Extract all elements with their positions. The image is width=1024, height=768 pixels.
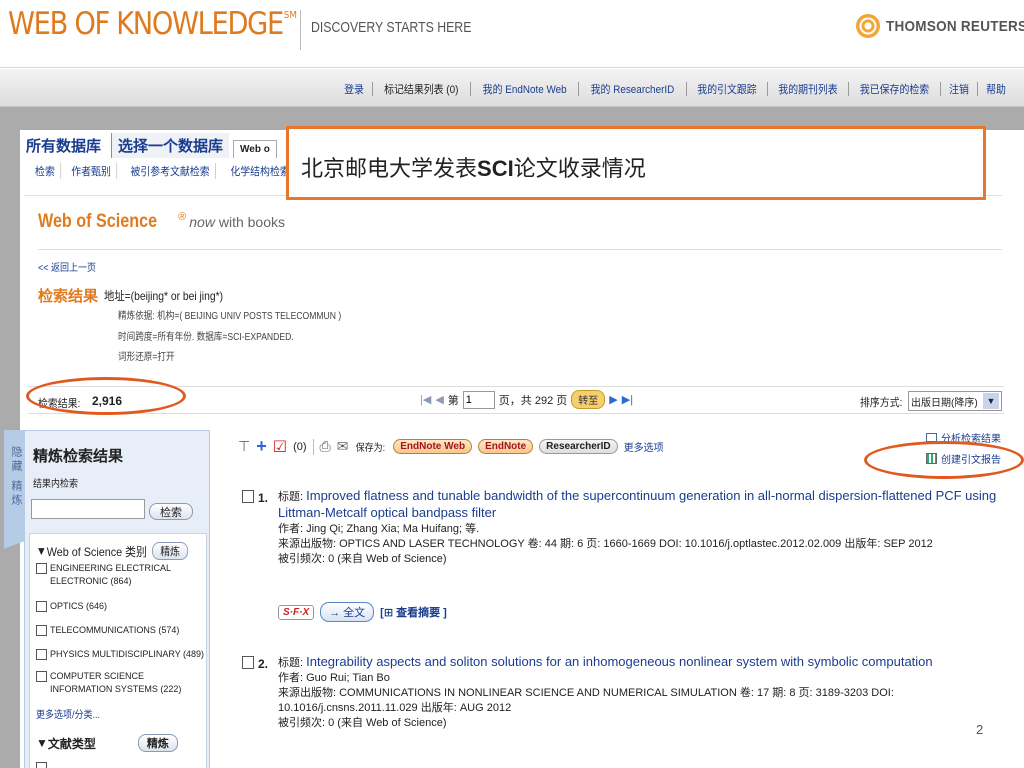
record-source: 来源出版物: OPTICS AND LASER TECHNOLOGY 卷: 44…	[278, 538, 933, 550]
highlight-ellipse-count	[26, 377, 186, 415]
checkbox[interactable]	[36, 601, 47, 612]
database-tabs: 所有数据库 选择一个数据库 Web o	[24, 133, 277, 158]
doctype-heading: ▼ 文献类型 精炼	[36, 734, 178, 752]
nav-researcherid[interactable]: 我的 ResearcherID	[584, 81, 680, 97]
category-item[interactable]: PHYSICS MULTIDISCIPLINARY (489)	[36, 648, 204, 661]
category-item[interactable]: OPTICS (646)	[36, 600, 107, 613]
triangle-icon[interactable]: ▼	[36, 736, 48, 750]
nav-login[interactable]: 登录	[338, 81, 370, 97]
check-icon[interactable]: ☑	[273, 437, 287, 457]
search-within-input[interactable]	[31, 499, 145, 519]
tab-select-database[interactable]: 选择一个数据库	[111, 133, 230, 158]
print-icon[interactable]: ⎙	[320, 438, 331, 455]
tagline: DISCOVERY STARTS HERE	[311, 19, 472, 36]
results-query: 地址=(beijing* or bei jing*)	[104, 289, 224, 303]
triangle-icon[interactable]: ▼	[36, 544, 47, 558]
nav-endnote-web[interactable]: 我的 EndNote Web	[476, 81, 573, 97]
record-checkbox[interactable]	[242, 656, 254, 669]
slide-page-number: 2	[976, 722, 984, 737]
divider	[38, 249, 1002, 250]
more-options-link[interactable]: 更多选项	[624, 439, 664, 454]
last-page-icon[interactable]: ▶|	[622, 393, 633, 406]
tab-fold	[4, 520, 24, 570]
category-item[interactable]: TELECOMMUNICATIONS (574)	[36, 624, 179, 637]
endnote-web-button[interactable]: EndNote Web	[393, 439, 473, 454]
prev-page-icon[interactable]: ◀	[435, 393, 443, 406]
nav-marked-list[interactable]: 标记结果列表 (0)	[378, 81, 465, 97]
researcherid-button[interactable]: ResearcherID	[539, 439, 618, 454]
header: WEB OF KNOWLEDGESM DISCOVERY STARTS HERE…	[0, 0, 1024, 68]
timespan: 时间跨度=所有年份. 数据库=SCI-EXPANDED.	[118, 332, 294, 343]
full-text-button[interactable]: → 全文	[320, 602, 375, 622]
record-cited: 被引频次: 0 (来自 Web of Science)	[278, 553, 447, 565]
page-input[interactable]	[462, 390, 495, 409]
add-to-marked-icon[interactable]: +	[256, 436, 267, 457]
back-link[interactable]: << 返回上一页	[38, 259, 96, 274]
record-authors: 作者: Guo Rui; Tian Bo	[278, 672, 390, 684]
subtab-cited-reference[interactable]: 被引参考文献检索	[125, 163, 216, 179]
next-page-icon[interactable]: ▶	[609, 393, 617, 406]
results-label: 检索结果	[38, 288, 99, 305]
checkbox[interactable]	[36, 762, 47, 768]
endnote-button[interactable]: EndNote	[478, 439, 534, 454]
slide-title-box: 北京邮电大学发表SCI论文收录情况	[286, 126, 986, 200]
refined-by: 精炼依据: 机构=( BEIJING UNIV POSTS TELECOMMUN…	[118, 311, 342, 322]
tab-web-of-science[interactable]: Web o	[233, 140, 277, 158]
record-source: 来源出版物: COMMUNICATIONS IN NONLINEAR SCIEN…	[278, 687, 894, 714]
record-cited: 被引频次: 0 (来自 Web of Science)	[278, 717, 447, 729]
top-nav: 登录 标记结果列表 (0) 我的 EndNote Web 我的 Research…	[0, 69, 1024, 107]
record-title-link[interactable]: Integrability aspects and soliton soluti…	[306, 654, 933, 669]
sort-label: 排序方式:	[860, 397, 903, 409]
checkbox[interactable]	[36, 671, 47, 682]
view-abstract-link[interactable]: [⊞ 查看摘要 ]	[380, 604, 447, 620]
thomson-reuters-brand: THOMSON REUTERS	[856, 11, 1024, 41]
pager: |◀ ◀ 第 页，共 292 页 转至 ▶ ▶|	[420, 390, 633, 409]
checkbox[interactable]	[36, 649, 47, 660]
slide-title: 北京邮电大学发表SCI论文收录情况	[301, 156, 646, 182]
first-page-icon[interactable]: |◀	[420, 393, 431, 406]
highlight-ellipse-report	[864, 441, 1024, 479]
nav-logout[interactable]: 注销	[943, 81, 975, 97]
checkbox[interactable]	[36, 563, 47, 574]
category-item[interactable]: ENGINEERING ELECTRICAL ELECTRONIC (864)	[36, 562, 200, 588]
go-button[interactable]: 转至	[571, 390, 606, 409]
record-authors: 作者: Jing Qi; Zhang Xia; Ma Huifang; 等.	[278, 523, 480, 535]
category-item[interactable]: COMPUTER SCIENCE INFORMATION SYSTEMS (22…	[36, 670, 200, 696]
nav-help[interactable]: 帮助	[980, 81, 1012, 97]
results-toolbar: ⊤ + ☑ (0) ⎙ ✉ 保存为: EndNote Web EndNote R…	[238, 436, 664, 457]
thomson-reuters-logo-icon	[856, 14, 880, 38]
refine-panel: 精炼检索结果 结果内检索 检索 ▼ Web of Science 类别 精炼 E…	[24, 430, 210, 768]
record-tools: S·F·X → 全文 [⊞ 查看摘要 ]	[278, 602, 447, 622]
dropdown-icon[interactable]: ⊤	[238, 438, 250, 455]
record-checkbox[interactable]	[242, 490, 254, 503]
search-within-label: 结果内检索	[33, 479, 78, 490]
category-heading: ▼ Web of Science 类别 精炼	[36, 542, 189, 560]
hide-refine-tab[interactable]: 隐藏 精炼	[4, 430, 24, 520]
doctype-refine-button[interactable]: 精炼	[137, 734, 178, 752]
refine-button[interactable]: 精炼	[152, 542, 189, 560]
logo: WEB OF KNOWLEDGESM	[8, 6, 297, 42]
subtab-author-finder[interactable]: 作者甄别	[66, 163, 118, 179]
record-title-link[interactable]: Improved flatness and tunable bandwidth …	[278, 488, 996, 520]
divider	[312, 438, 314, 455]
email-icon[interactable]: ✉	[337, 438, 349, 455]
subtab-search[interactable]: 检索	[28, 163, 62, 179]
category-box: ▼ Web of Science 类别 精炼 ENGINEERING ELECT…	[29, 533, 207, 768]
search-subtabs: 检索 作者甄别 被引参考文献检索 化学结构检索	[26, 163, 300, 179]
tab-all-databases[interactable]: 所有数据库	[24, 133, 107, 158]
nav-journal-list[interactable]: 我的期刊列表	[772, 81, 844, 97]
checkbox[interactable]	[36, 625, 47, 636]
header-divider	[300, 10, 301, 50]
lemmatization: 词形还原=打开	[118, 352, 175, 363]
search-within-button[interactable]: 检索	[149, 503, 193, 520]
more-options-link[interactable]: 更多选项/分类...	[36, 706, 100, 721]
sfx-button[interactable]: S·F·X	[278, 604, 315, 620]
nav-citation-alerts[interactable]: 我的引文跟踪	[691, 81, 763, 97]
chevron-down-icon: ▼	[983, 393, 999, 409]
nav-saved-searches[interactable]: 我已保存的检索	[854, 81, 936, 97]
refine-title: 精炼检索结果	[33, 448, 124, 465]
wos-title: Web of Science ® now with books	[38, 211, 285, 232]
sort-select[interactable]: 出版日期(降序) ▼	[908, 391, 1002, 411]
